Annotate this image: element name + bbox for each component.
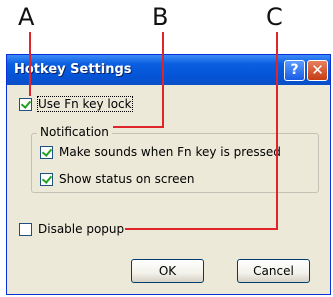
show-status-option[interactable]: Show status on screen: [40, 172, 195, 186]
notification-group-label: Notification: [37, 125, 112, 139]
fn-key-lock-checkbox[interactable]: [19, 97, 32, 111]
make-sounds-checkbox[interactable]: [40, 145, 53, 159]
callout-c: C: [266, 3, 283, 31]
show-status-label: Show status on screen: [59, 172, 195, 186]
disable-popup-option[interactable]: Disable popup: [19, 222, 124, 236]
disable-popup-checkbox[interactable]: [19, 222, 32, 236]
callout-b: B: [152, 3, 169, 31]
callout-a: A: [18, 3, 35, 31]
fn-key-lock-option[interactable]: Use Fn key lock: [19, 96, 133, 112]
ok-button[interactable]: OK: [131, 259, 204, 283]
help-icon: ?: [290, 62, 299, 78]
show-status-checkbox[interactable]: [40, 172, 53, 186]
fn-key-lock-label: Use Fn key lock: [37, 96, 133, 112]
title-bar: Hotkey Settings ? ✕: [7, 55, 330, 85]
disable-popup-label: Disable popup: [38, 222, 125, 236]
close-button[interactable]: ✕: [307, 60, 328, 81]
dialog-title: Hotkey Settings: [14, 62, 132, 77]
close-icon: ✕: [311, 61, 324, 79]
make-sounds-label: Make sounds when Fn key is pressed: [59, 145, 281, 159]
cancel-button[interactable]: Cancel: [237, 259, 310, 283]
help-button[interactable]: ?: [284, 60, 305, 81]
hotkey-settings-dialog: Hotkey Settings ? ✕ Use Fn key lock Noti…: [6, 54, 331, 295]
notification-group: Notification Make sounds when Fn key is …: [31, 125, 319, 193]
make-sounds-option[interactable]: Make sounds when Fn key is pressed: [40, 145, 281, 159]
